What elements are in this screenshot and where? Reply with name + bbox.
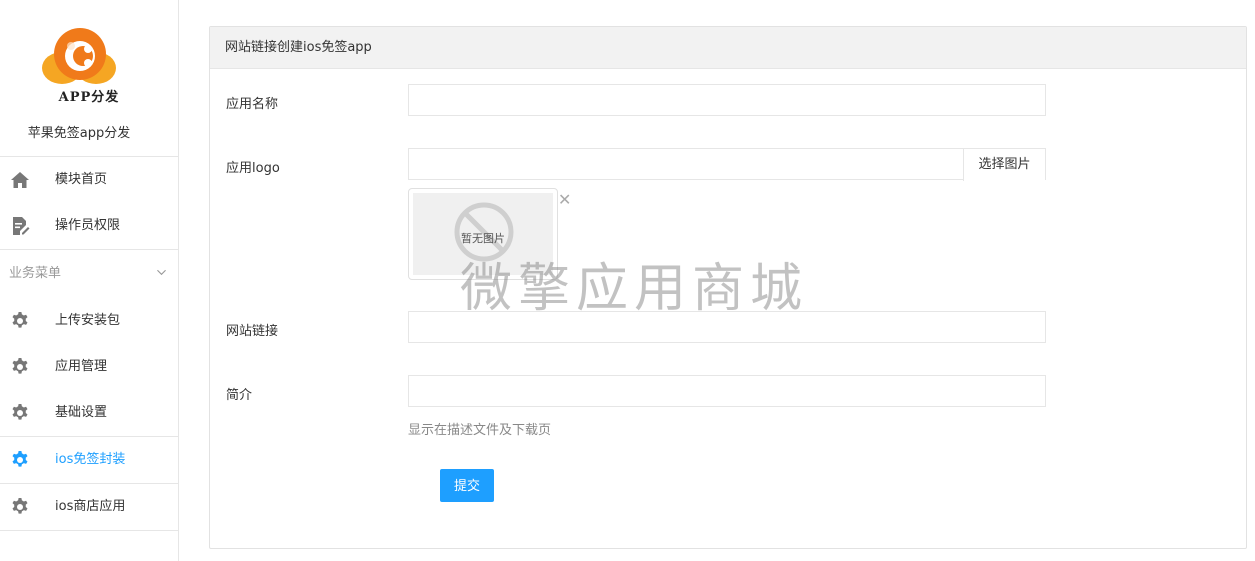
app-name-label: 应用名称 [226, 97, 279, 112]
sidebar-item-label: 基础设置 [55, 405, 108, 420]
sidebar-item-ios-store-apps[interactable]: ios商店应用 [0, 484, 178, 531]
document-edit-icon [13, 217, 30, 235]
gear-icon [12, 312, 28, 328]
app-logo-label: 应用logo [226, 161, 280, 176]
close-icon[interactable]: ✕ [558, 190, 571, 209]
sidebar-item-upload-package[interactable]: 上传安装包 [0, 298, 178, 344]
app-logo-input[interactable]: 选择图片 [408, 148, 1046, 181]
sidebar-item-label: 应用管理 [55, 359, 108, 374]
gear-icon [12, 358, 28, 374]
brand-subtitle: 苹果免签app分发 [27, 126, 131, 141]
sidebar: APP分发 苹果免签app分发 模块首页 操作员权限 业务菜单 上传安装包 应用… [0, 0, 179, 561]
sidebar-item-label: ios商店应用 [55, 499, 126, 514]
form-panel: 网站链接创建ios免签app 应用名称 应用logo 选择图片 暂无图片 ✕ 网… [209, 26, 1247, 549]
sidebar-item-label: 上传安装包 [55, 313, 121, 328]
submit-button[interactable]: 提交 [440, 469, 494, 502]
sidebar-item-label: 操作员权限 [55, 218, 121, 233]
home-icon [11, 172, 29, 188]
site-link-label: 网站链接 [226, 324, 279, 339]
gear-icon [12, 404, 28, 420]
group-title-label: 业务菜单 [9, 266, 62, 281]
gear-icon [12, 498, 28, 514]
gear-icon [12, 451, 28, 467]
intro-label: 简介 [226, 388, 253, 403]
logo-preview-placeholder: 暂无图片 [413, 193, 553, 275]
app-name-input[interactable] [408, 84, 1046, 116]
chevron-down-icon [157, 269, 166, 276]
sidebar-item-label: 模块首页 [55, 172, 108, 187]
sidebar-item-label: ios免签封装 [55, 452, 126, 467]
sidebar-item-home[interactable]: 模块首页 [0, 157, 178, 203]
intro-input[interactable] [408, 375, 1046, 407]
no-image-text: 暂无图片 [461, 232, 505, 245]
sidebar-item-app-management[interactable]: 应用管理 [0, 344, 178, 390]
site-link-input[interactable] [408, 311, 1046, 343]
panel-title: 网站链接创建ios免签app [210, 27, 1246, 69]
sidebar-item-ios-signing-wrapper[interactable]: ios免签封装 [0, 437, 178, 484]
logo-preview: 暂无图片 [408, 188, 558, 280]
intro-hint: 显示在描述文件及下载页 [408, 423, 552, 438]
select-image-button[interactable]: 选择图片 [963, 149, 1045, 181]
logo-text: APP分发 [58, 90, 120, 105]
brand-area: APP分发 苹果免签app分发 [0, 0, 178, 157]
sidebar-group-business-menu[interactable]: 业务菜单 [0, 250, 178, 298]
sidebar-item-basic-settings[interactable]: 基础设置 [0, 390, 178, 437]
sidebar-item-operator-permissions[interactable]: 操作员权限 [0, 203, 178, 250]
app-logo [42, 28, 116, 84]
